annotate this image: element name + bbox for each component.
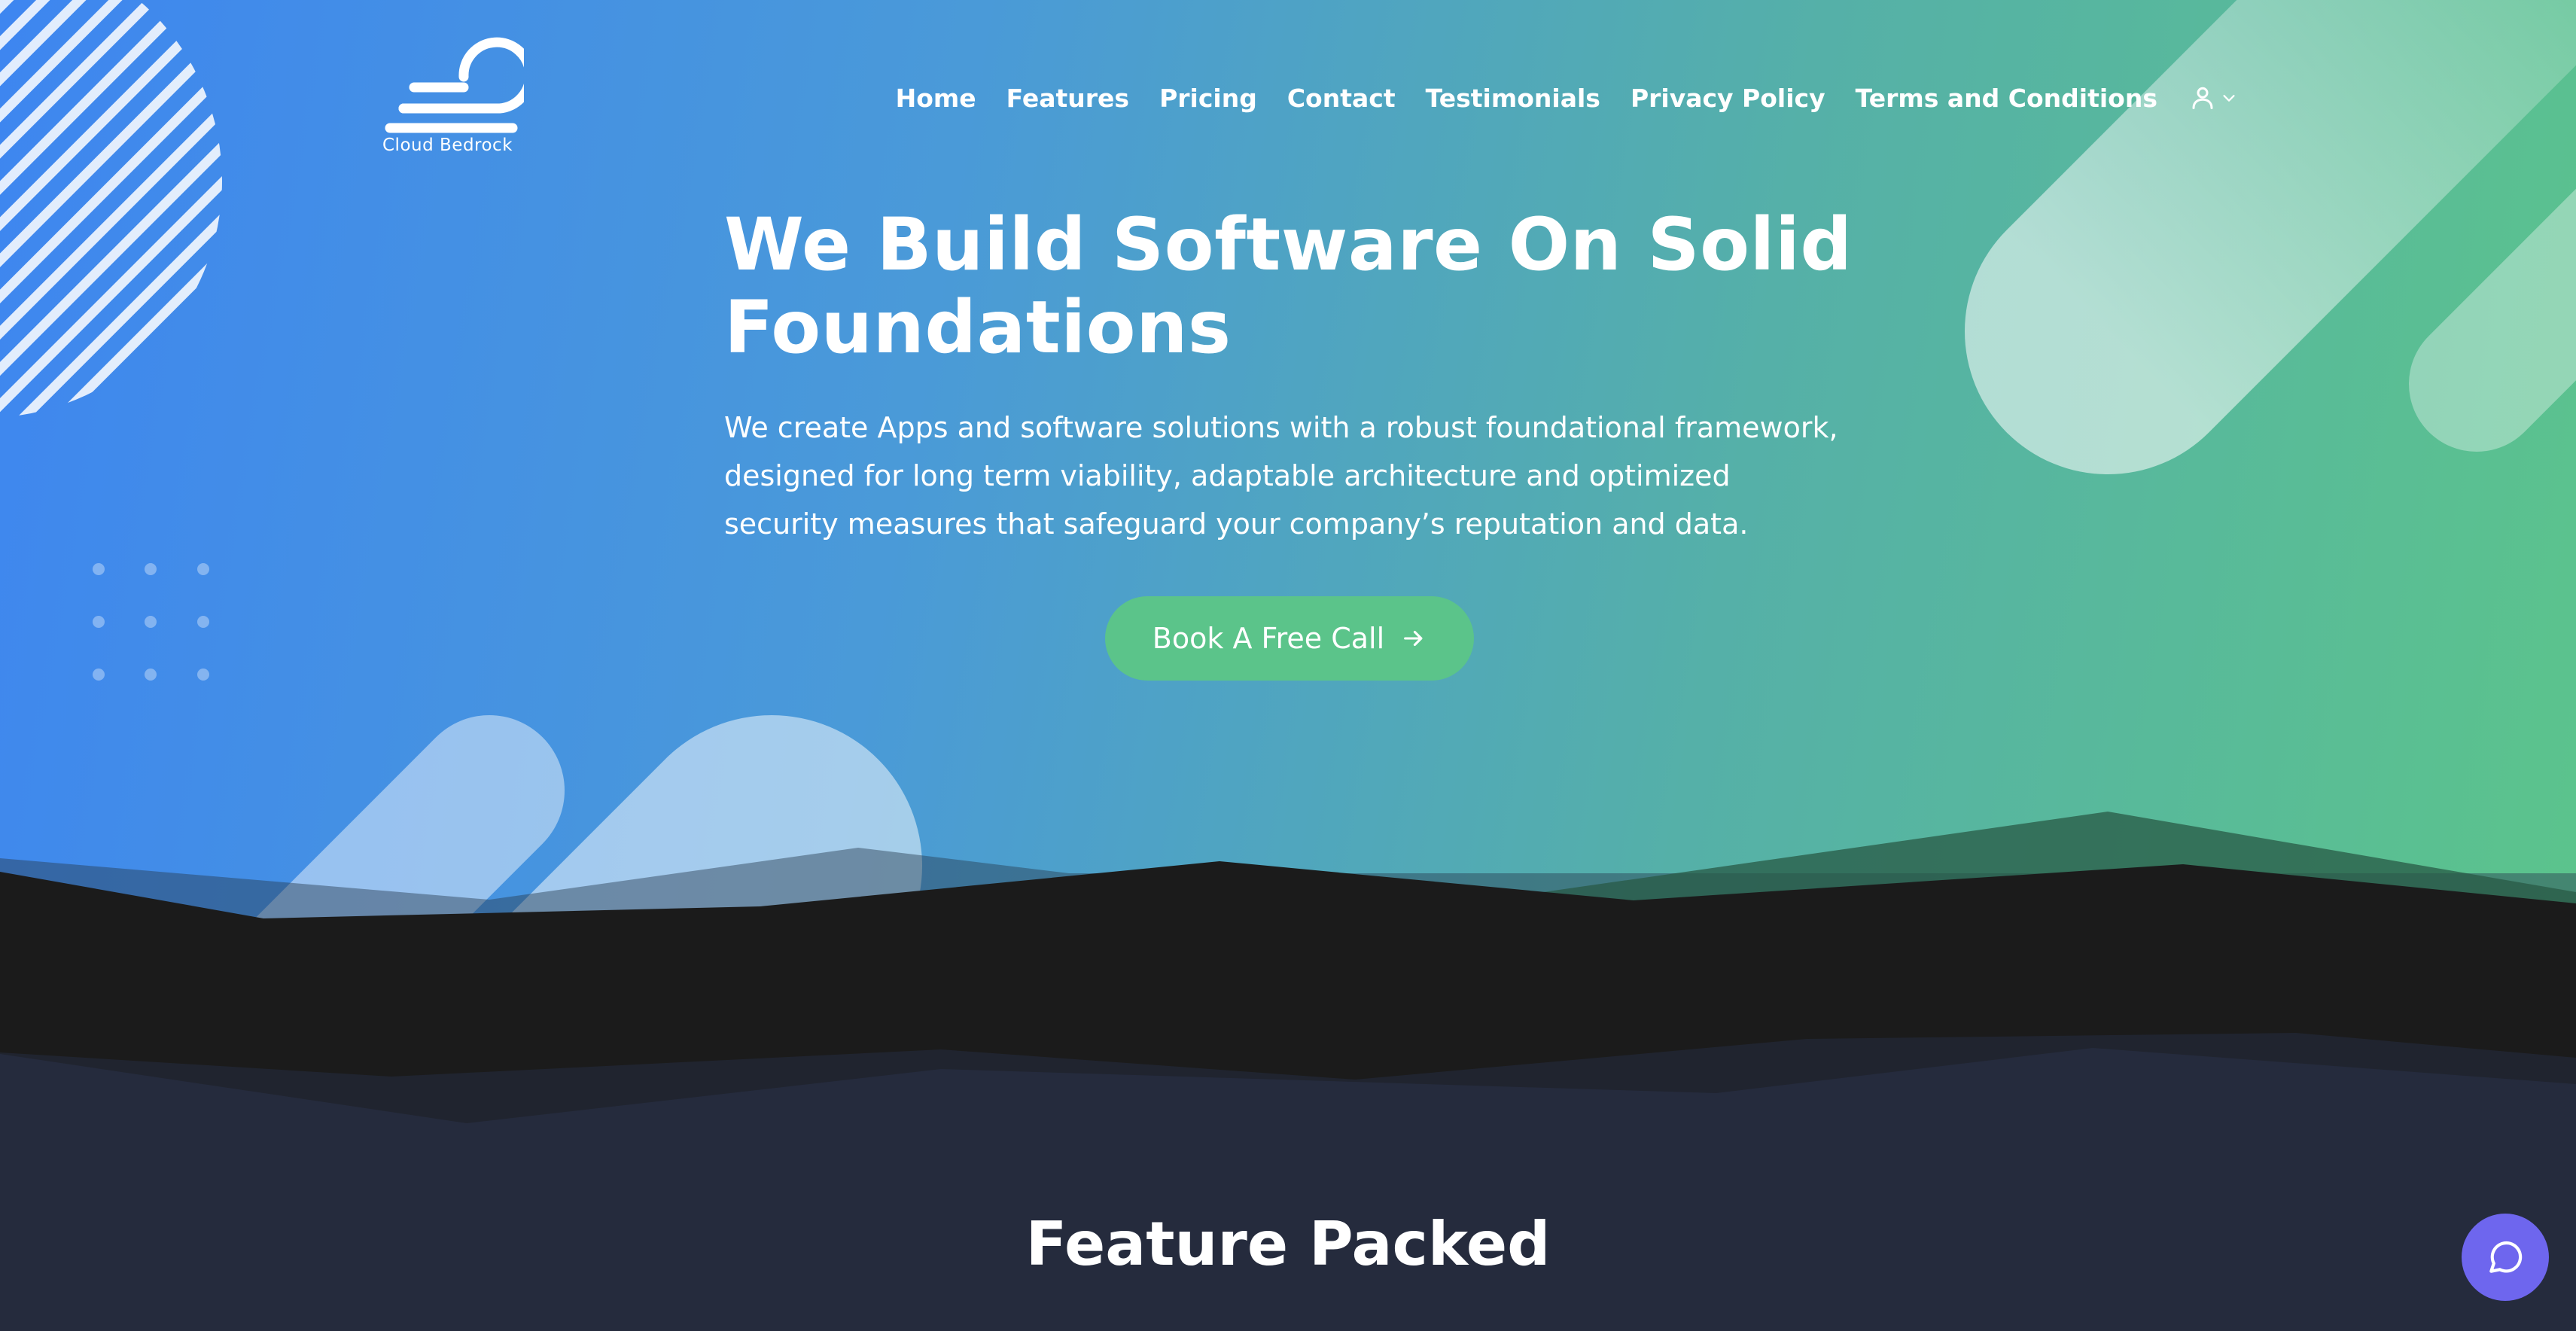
- features-heading: Feature Packed: [1025, 1209, 1551, 1279]
- account-menu[interactable]: [2189, 84, 2237, 111]
- hero-title: We Build Software On Solid Foundations: [724, 203, 1853, 370]
- nav-contact[interactable]: Contact: [1287, 84, 1396, 113]
- nav-pricing[interactable]: Pricing: [1159, 84, 1257, 113]
- book-call-label: Book A Free Call: [1152, 622, 1385, 655]
- hero-section: Cloud Bedrock Home Features Pricing Cont…: [0, 0, 2576, 1331]
- nav-home[interactable]: Home: [896, 84, 976, 113]
- arrow-right-icon: [1401, 626, 1427, 651]
- chevron-down-icon: [2223, 95, 2235, 102]
- brand-name: Cloud Bedrock: [382, 136, 513, 155]
- nav-privacy-policy[interactable]: Privacy Policy: [1631, 84, 1825, 113]
- book-call-button[interactable]: Book A Free Call: [1105, 596, 1474, 681]
- main-nav: Home Features Pricing Contact Testimonia…: [866, 78, 2237, 117]
- nav-features[interactable]: Features: [1006, 84, 1129, 113]
- chat-button[interactable]: [2462, 1214, 2549, 1301]
- chat-icon: [2489, 1241, 2523, 1273]
- nav-terms-and-conditions[interactable]: Terms and Conditions: [1856, 84, 2157, 113]
- nav-testimonials[interactable]: Testimonials: [1426, 84, 1600, 113]
- user-icon: [2192, 87, 2213, 109]
- hero-description: We create Apps and software solutions wi…: [724, 411, 1838, 541]
